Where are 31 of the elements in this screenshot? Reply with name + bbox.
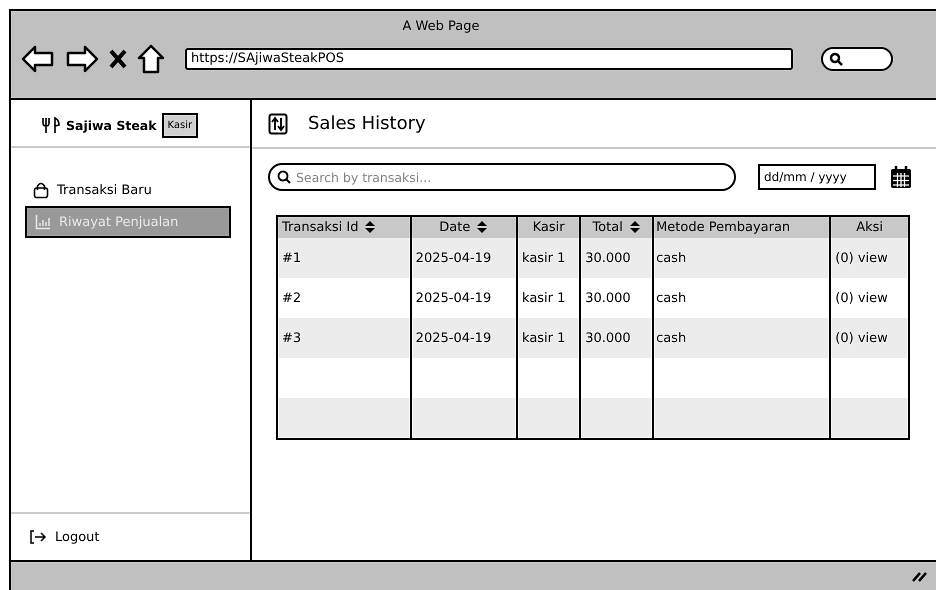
search-field[interactable]: Search by transaksi... bbox=[268, 163, 736, 191]
table-cell: kasir 1 bbox=[522, 290, 566, 306]
table-cell: kasir 1 bbox=[522, 330, 566, 346]
view-link[interactable]: (0) view bbox=[835, 290, 888, 306]
table-cell: cash bbox=[656, 250, 686, 266]
table-cell: cash bbox=[656, 290, 686, 306]
table-cell: 2025-04-19 bbox=[416, 330, 492, 346]
column-header: Transaksi Id bbox=[282, 220, 358, 235]
table-cell: cash bbox=[656, 330, 686, 346]
page-title: Sales History bbox=[308, 113, 426, 134]
column-header: Aksi bbox=[856, 220, 884, 235]
table-cell: #1 bbox=[282, 250, 302, 266]
table-cell: #2 bbox=[282, 290, 302, 306]
table-cell: 30.000 bbox=[585, 250, 631, 266]
table-cell: 2025-04-19 bbox=[416, 290, 492, 306]
column-header: Total bbox=[592, 220, 623, 235]
logout-link[interactable]: Logout bbox=[11, 514, 250, 560]
date-field[interactable]: dd/mm / yyyy bbox=[758, 164, 876, 190]
table-cell: 30.000 bbox=[585, 290, 631, 306]
brand-name: Sajiwa Steak bbox=[66, 118, 157, 132]
window-title: A Web Page bbox=[402, 18, 480, 34]
table-cell: kasir 1 bbox=[522, 250, 566, 266]
table-cell: 30.000 bbox=[585, 330, 631, 346]
sidebar-item[interactable]: Transaksi Baru bbox=[25, 174, 231, 206]
role-badge: Kasir bbox=[162, 112, 198, 138]
column-header: Kasir bbox=[532, 220, 565, 235]
table-cell: #3 bbox=[282, 330, 302, 346]
address-field[interactable]: https://SAjiwaSteakPOS bbox=[185, 48, 793, 70]
column-header: Date bbox=[439, 220, 470, 235]
table-cell: 2025-04-19 bbox=[416, 250, 492, 266]
column-header: Metode Pembayaran bbox=[656, 220, 790, 235]
